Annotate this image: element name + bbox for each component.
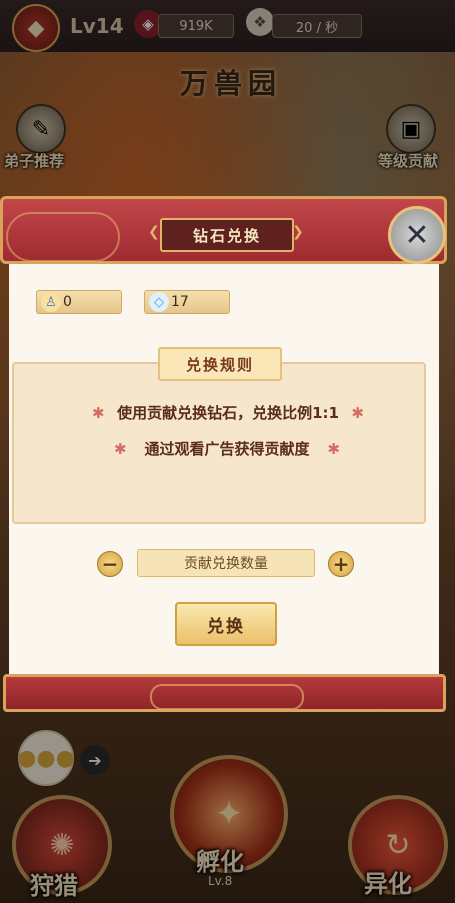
plaque-left-ornament-icon: ❮: [148, 224, 160, 240]
rule-text-2: 通过观看广告获得贡献度: [144, 440, 310, 458]
diamond-value: 17: [171, 294, 189, 310]
diamond-icon: ◇: [149, 292, 169, 312]
contribution-icon: ♙: [41, 292, 61, 312]
modal-title: 钻石兑换: [160, 218, 294, 252]
contribution-chip: ♙ 0: [36, 290, 122, 314]
rules-title: 兑换规则: [158, 347, 282, 381]
diamond-chip: ◇ 17: [144, 290, 230, 314]
rule-row-1: ✱ 使用贡献兑换钻石，兑换比例1:1 ✱: [92, 402, 364, 423]
close-icon: ✕: [404, 217, 430, 253]
footer-ornament-icon: [150, 684, 304, 710]
close-button[interactable]: ✕: [388, 206, 446, 264]
quantity-input[interactable]: 贡献兑换数量: [137, 549, 315, 577]
contribution-value: 0: [63, 294, 72, 310]
plus-icon: +: [332, 552, 350, 576]
decrease-button[interactable]: −: [97, 551, 123, 577]
rule-text-1: 使用贡献兑换钻石，兑换比例1:1: [117, 404, 339, 422]
cloud-ornament-icon: [6, 212, 120, 262]
star-icon: ✱: [327, 439, 340, 458]
star-icon: ✱: [351, 403, 364, 422]
plaque-right-ornament-icon: ❯: [292, 224, 304, 240]
rule-row-2: ✱ 通过观看广告获得贡献度 ✱: [114, 438, 340, 459]
exchange-button[interactable]: 兑换: [175, 602, 277, 646]
increase-button[interactable]: +: [328, 551, 354, 577]
star-icon: ✱: [92, 403, 105, 422]
star-icon: ✱: [114, 439, 127, 458]
minus-icon: −: [101, 552, 119, 576]
